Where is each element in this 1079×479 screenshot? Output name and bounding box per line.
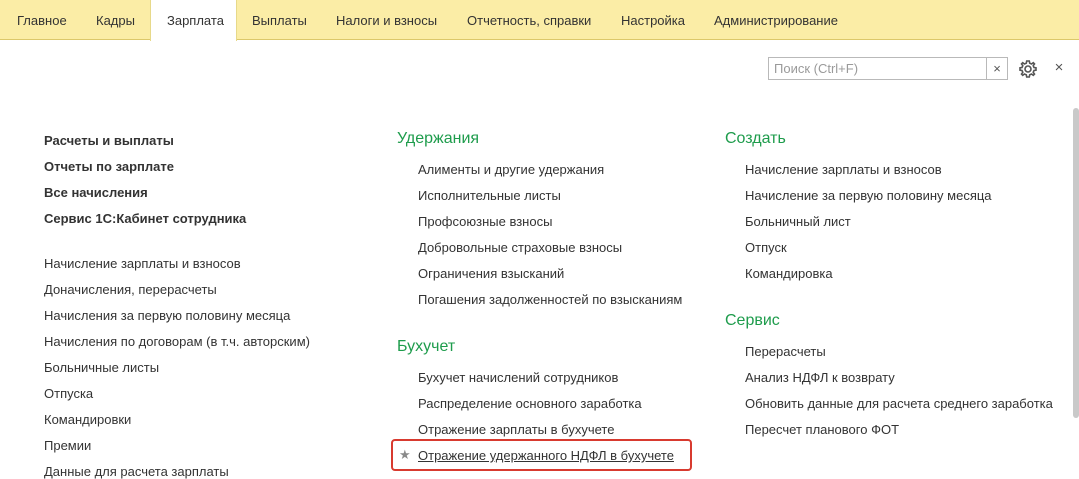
link-create-vacation[interactable]: Отпуск [745, 240, 787, 256]
link-business-trips[interactable]: Командировки [44, 412, 131, 428]
link-ndfl-refund-analysis[interactable]: Анализ НДФЛ к возврату [745, 370, 895, 386]
link-employee-cabinet-service[interactable]: Сервис 1С:Кабинет сотрудника [44, 211, 246, 227]
link-salary-reports[interactable]: Отчеты по зарплате [44, 159, 174, 175]
section-header-deductions: Удержания [397, 130, 480, 147]
search-input[interactable] [769, 58, 986, 79]
link-employee-accounting[interactable]: Бухучет начислений сотрудников [418, 370, 618, 386]
link-sick-leaves[interactable]: Больничные листы [44, 360, 159, 376]
link-additional-accruals[interactable]: Доначисления, перерасчеты [44, 282, 217, 298]
star-icon[interactable]: ★ [399, 447, 411, 463]
search-field[interactable] [768, 57, 987, 80]
link-bonuses[interactable]: Премии [44, 438, 91, 454]
top-nav-bar: Главное Кадры Зарплата Выплаты Налоги и … [0, 0, 1079, 41]
tab-settings[interactable]: Настройка [621, 0, 685, 40]
link-union-fees[interactable]: Профсоюзные взносы [418, 214, 552, 230]
link-alimony[interactable]: Алименты и другие удержания [418, 162, 604, 178]
link-create-sick-leave[interactable]: Больничный лист [745, 214, 851, 230]
link-salary-reflection[interactable]: Отражение зарплаты в бухучете [418, 422, 614, 438]
section-header-create: Создать [725, 130, 786, 147]
clear-search-button[interactable]: × [987, 57, 1008, 80]
link-writs[interactable]: Исполнительные листы [418, 188, 561, 204]
link-update-average-earnings[interactable]: Обновить данные для расчета среднего зар… [745, 396, 1053, 412]
link-create-business-trip[interactable]: Командировка [745, 266, 833, 282]
gear-icon[interactable] [1017, 58, 1039, 80]
link-recalculations[interactable]: Перерасчеты [745, 344, 826, 360]
tab-administration[interactable]: Администрирование [714, 0, 838, 40]
link-voluntary-insurance[interactable]: Добровольные страховые взносы [418, 240, 622, 256]
tab-personnel[interactable]: Кадры [96, 0, 135, 40]
link-debt-repayments[interactable]: Погашения задолженностей по взысканиям [418, 292, 682, 308]
tab-main[interactable]: Главное [17, 0, 67, 40]
link-earnings-distribution[interactable]: Распределение основного заработка [418, 396, 642, 412]
link-all-accruals[interactable]: Все начисления [44, 185, 148, 201]
tab-payments[interactable]: Выплаты [252, 0, 307, 40]
tab-taxes[interactable]: Налоги и взносы [336, 0, 437, 40]
link-recalc-planned-fot[interactable]: Пересчет планового ФОТ [745, 422, 899, 438]
link-create-first-half[interactable]: Начисление за первую половину месяца [745, 188, 992, 204]
link-salary-accrual[interactable]: Начисление зарплаты и взносов [44, 256, 241, 272]
link-ndfl-reflection[interactable]: Отражение удержанного НДФЛ в бухучете [418, 448, 674, 464]
close-icon[interactable]: × [1052, 57, 1066, 79]
link-salary-data[interactable]: Данные для расчета зарплаты [44, 464, 229, 479]
section-header-service: Сервис [725, 312, 780, 329]
link-recovery-limits[interactable]: Ограничения взысканий [418, 266, 564, 282]
link-first-half-accruals[interactable]: Начисления за первую половину месяца [44, 308, 290, 324]
link-contract-accruals[interactable]: Начисления по договорам (в т.ч. авторски… [44, 334, 310, 350]
vertical-scrollbar[interactable] [1073, 108, 1079, 418]
link-vacations[interactable]: Отпуска [44, 386, 93, 402]
link-calculations-payments[interactable]: Расчеты и выплаты [44, 133, 174, 149]
tab-reports[interactable]: Отчетность, справки [467, 0, 591, 40]
link-create-salary-accrual[interactable]: Начисление зарплаты и взносов [745, 162, 942, 178]
section-header-accounting: Бухучет [397, 338, 456, 355]
tab-salary[interactable]: Зарплата [150, 0, 237, 41]
